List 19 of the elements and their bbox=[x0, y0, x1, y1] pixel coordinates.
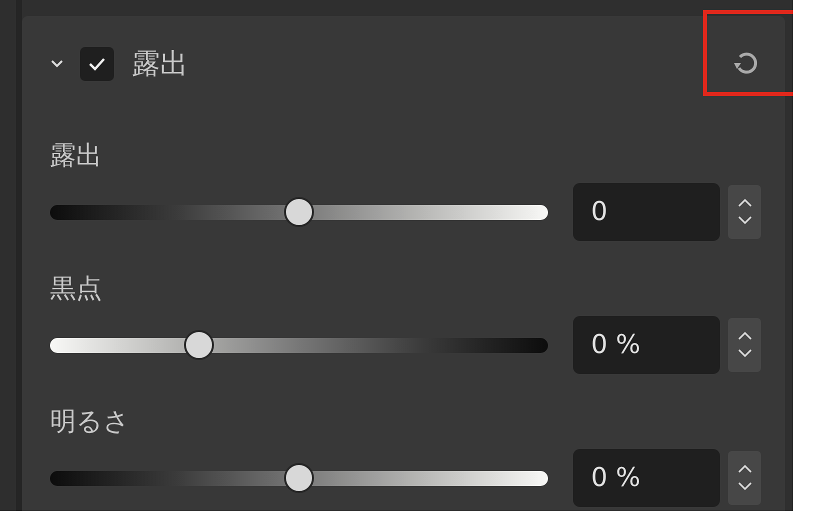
spinner-button[interactable] bbox=[728, 185, 761, 239]
slider-label: 露出 bbox=[50, 140, 103, 173]
spinner-button[interactable] bbox=[728, 451, 761, 505]
number-field[interactable]: 0 % bbox=[573, 449, 720, 507]
slider-label: 黒点 bbox=[50, 273, 103, 306]
slider[interactable] bbox=[50, 330, 548, 360]
slider-thumb[interactable] bbox=[184, 330, 214, 360]
checkbox[interactable] bbox=[80, 47, 114, 81]
slider[interactable] bbox=[50, 463, 548, 493]
slider-label: 明るさ bbox=[50, 406, 131, 439]
slider-thumb[interactable] bbox=[284, 463, 314, 493]
number-field[interactable]: 0 bbox=[573, 183, 720, 241]
section-title: 露出 bbox=[132, 46, 188, 82]
chevron-icon[interactable] bbox=[50, 59, 64, 69]
slider-thumb[interactable] bbox=[284, 197, 314, 227]
checkmark-icon bbox=[87, 56, 107, 72]
number-field[interactable]: 0 % bbox=[573, 316, 720, 374]
slider[interactable] bbox=[50, 197, 548, 227]
spinner-button[interactable] bbox=[728, 318, 761, 372]
